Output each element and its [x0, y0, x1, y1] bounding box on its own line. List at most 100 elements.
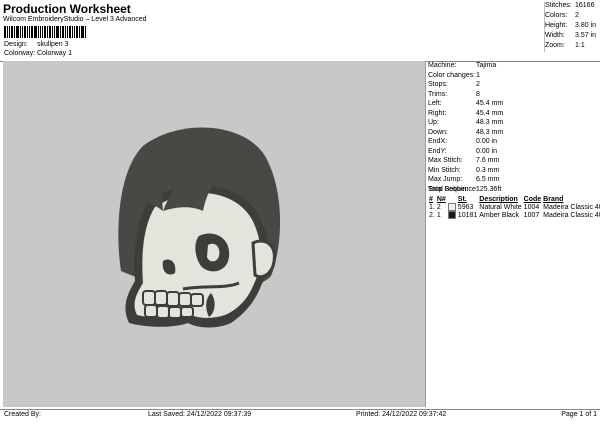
cell-code: 1007: [523, 211, 540, 219]
info-value: 45.4 mm: [476, 109, 504, 117]
stat-value: 16166: [575, 2, 595, 9]
info-value: 48.3 mm: [476, 128, 504, 136]
cell-code: 1004: [523, 203, 540, 211]
barcode-bar: [79, 26, 80, 38]
info-row: Down: 48.3 mm: [428, 129, 598, 139]
barcode-bar: [69, 26, 71, 38]
info-label: Up:: [428, 119, 439, 126]
info-label: EndY:: [428, 147, 447, 155]
colorway-value: Colorway 1: [37, 50, 73, 57]
info-label: Color changes:: [428, 71, 476, 79]
software-subtitle: Wilcom EmbroideryStudio – Level 3 Advanc…: [3, 16, 147, 23]
info-row: EndX: 0.00 in: [428, 138, 598, 148]
color-swatch: [447, 203, 456, 211]
info-label: Stops:: [428, 81, 448, 88]
barcode: [4, 26, 88, 38]
table-body: 1. 2 5963 Natural White 1004 Madeira Classic …: [428, 203, 600, 219]
last-saved: Last Saved: 24/12/2022 09:37:39: [148, 411, 252, 418]
barcode-bar: [9, 26, 10, 38]
stat-value: 2: [575, 12, 579, 19]
page-number: Page 1 of 1: [561, 411, 597, 418]
barcode-bar: [52, 26, 53, 38]
stat-label: Colors:: [545, 12, 568, 19]
barcode-bar: [14, 26, 15, 38]
divider: [0, 409, 600, 410]
info-label: Machine:: [428, 62, 457, 69]
barcode-bar: [31, 26, 33, 38]
info-label: Max Jump:: [428, 176, 463, 183]
stat-row: Height: 3.80 in: [545, 22, 600, 32]
column-header: [447, 196, 457, 203]
info-row: Color changes: 1: [428, 72, 598, 82]
column-header: #: [429, 196, 433, 203]
column-header: N#: [436, 196, 446, 203]
column-header: Description: [479, 196, 518, 203]
info-value: 1: [476, 71, 480, 79]
cell-num: 1.: [429, 203, 435, 211]
barcode-bar: [16, 26, 19, 38]
barcode-bar: [60, 26, 61, 38]
info-row: Trims: 8: [428, 91, 598, 101]
barcode-bar: [54, 26, 55, 38]
barcode-bar: [76, 26, 78, 38]
machine-info-panel: Machine: Tajima Color changes: 1 Stops: 2 Trim…: [428, 62, 598, 195]
barcode-bar: [44, 26, 46, 38]
stat-row: Width: 3.57 in: [545, 32, 600, 42]
column-header: Code: [523, 196, 542, 203]
barcode-bar: [27, 26, 28, 38]
cell-st: 10181: [457, 211, 478, 219]
info-row: Max Stitch: 7.6 mm: [428, 157, 598, 167]
info-row: Stops: 2: [428, 81, 598, 91]
stat-value: 1:1: [575, 42, 585, 49]
colorway-label: Colorway:: [4, 50, 36, 57]
stat-row: Colors: 2: [545, 12, 600, 22]
printed-date: Printed: 24/12/2022 09:37:42: [356, 411, 447, 418]
stat-row: Zoom: 1:1: [545, 42, 600, 52]
barcode-bar: [7, 26, 8, 38]
info-row: Max Jump: 6.5 mm: [428, 176, 598, 186]
swatch-cell: [447, 211, 457, 219]
created-by: Created By:: [4, 411, 41, 418]
info-value: 6.5 mm: [476, 176, 500, 183]
info-value: 7.6 mm: [476, 157, 500, 164]
info-label: EndX:: [428, 138, 448, 145]
barcode-bar: [24, 26, 26, 38]
cell-desc: Natural White: [479, 203, 522, 211]
stat-row: Stitches: 16166: [545, 2, 600, 12]
info-label: Down:: [428, 128, 448, 136]
stat-label: Width:: [545, 32, 565, 39]
barcode-bar: [62, 26, 64, 38]
design-preview: [3, 61, 426, 407]
cell-num: 2.: [429, 211, 435, 219]
barcode-bar: [47, 26, 48, 38]
table-header-row: # N# St. Description Code Brand: [428, 196, 600, 203]
cell-st: 5963: [457, 203, 474, 211]
info-label: Right:: [428, 109, 447, 117]
stat-label: Height:: [545, 22, 568, 29]
barcode-bar: [34, 26, 37, 38]
info-label: Max Stitch:: [428, 157, 463, 164]
info-row: Machine: Tajima: [428, 62, 598, 72]
cell-brand: Madeira Classic 40: [543, 211, 600, 219]
info-row: Up: 48.3 mm: [428, 119, 598, 129]
design-value: skullpen 3: [37, 41, 69, 48]
barcode-bar: [65, 26, 66, 38]
info-row: Min Stitch: 0.3 mm: [428, 167, 598, 177]
barcode-bar: [74, 26, 75, 38]
info-value: 45.4 mm: [476, 100, 504, 107]
info-label: Left:: [428, 100, 442, 107]
info-value: 0.00 in: [476, 138, 498, 145]
info-value: 0.00 in: [476, 147, 498, 155]
table-row: 1. 2 5963 Natural White 1004 Madeira Classic …: [428, 203, 600, 211]
info-row: EndY: 0.00 in: [428, 148, 598, 158]
info-value: 125.36ft: [476, 185, 502, 193]
stat-label: Stitches:: [545, 2, 572, 9]
barcode-bar: [67, 26, 68, 38]
column-header: St.: [457, 196, 467, 203]
info-value: 48.3 mm: [476, 119, 504, 126]
info-value: 8: [476, 90, 480, 98]
barcode-bar: [11, 26, 13, 38]
barcode-bar: [38, 26, 39, 38]
barcode-bar: [42, 26, 43, 38]
stat-value: 3.80 in: [575, 22, 597, 29]
